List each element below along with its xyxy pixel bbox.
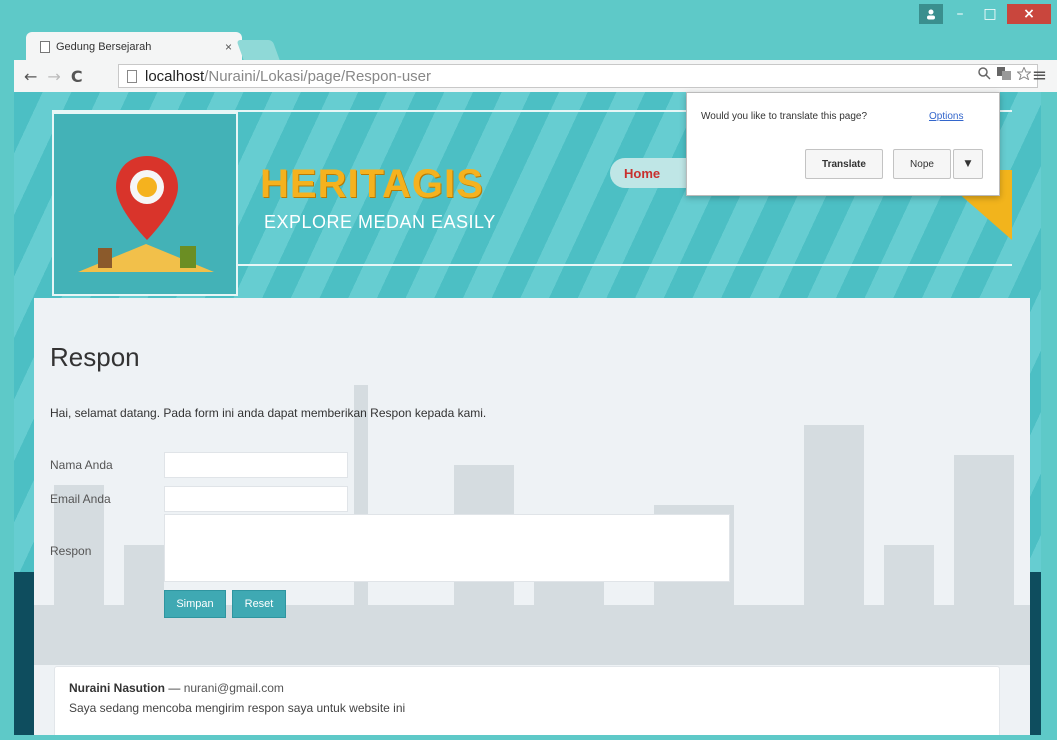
email-input[interactable] <box>164 486 348 512</box>
translate-options-link[interactable]: Options <box>929 111 963 122</box>
nope-button[interactable]: Nope <box>893 149 951 179</box>
email-label: Email Anda <box>50 492 111 506</box>
minimize-button[interactable]: – <box>947 4 973 24</box>
translate-dropdown-button[interactable]: ▼ <box>953 149 983 179</box>
omnibox-icons <box>978 66 1032 84</box>
respon-label: Respon <box>50 544 92 558</box>
site-brand-title: HERITAGIS <box>260 162 484 206</box>
comment-email: nurani@gmail.com <box>183 681 284 695</box>
banner-divider <box>238 264 1012 266</box>
comment-header: Nuraini Nasution — nurani@gmail.com <box>69 681 985 695</box>
comment-author: Nuraini Nasution <box>69 681 166 695</box>
comment-separator: — <box>165 681 184 695</box>
tab-title: Gedung Bersejarah <box>56 41 152 53</box>
translate-icon[interactable] <box>997 67 1011 84</box>
respon-textarea[interactable] <box>164 514 730 582</box>
intro-text: Hai, selamat datang. Pada form ini anda … <box>50 406 487 420</box>
close-tab-icon[interactable]: × <box>225 40 232 54</box>
close-window-button[interactable]: × <box>1007 4 1051 24</box>
browser-window: – □ × Gedung Bersejarah × ← → C localhos… <box>0 0 1057 740</box>
address-bar[interactable]: localhost/Nuraini/Lokasi/page/Respon-use… <box>118 64 1038 88</box>
back-icon[interactable]: ← <box>24 67 37 86</box>
url-host: localhost <box>145 67 205 85</box>
page-icon <box>40 41 50 53</box>
page-title: Respon <box>50 342 140 372</box>
new-tab-button[interactable] <box>236 40 280 60</box>
forward-icon[interactable]: → <box>47 67 60 86</box>
url-path: /Nuraini/Lokasi/page/Respon-user <box>204 67 431 85</box>
name-input[interactable] <box>164 452 348 478</box>
translate-button[interactable]: Translate <box>805 149 883 179</box>
content-panel: Respon Hai, selamat datang. Pada form in… <box>34 298 1030 735</box>
name-label: Nama Anda <box>50 458 113 472</box>
bookmark-star-icon[interactable] <box>1016 66 1032 84</box>
browser-toolbar: ← → C localhost/Nuraini/Lokasi/page/Resp… <box>14 60 1057 92</box>
reload-icon[interactable]: C <box>71 67 83 86</box>
submit-button[interactable]: Simpan <box>164 590 226 618</box>
response-comment: Nuraini Nasution — nurani@gmail.com Saya… <box>54 666 1000 735</box>
translate-question: Would you like to translate this page? <box>701 111 868 122</box>
translate-popup: Would you like to translate this page? O… <box>686 92 1000 196</box>
page-icon <box>127 69 137 83</box>
user-profile-icon[interactable] <box>919 4 943 24</box>
menu-icon[interactable]: ≡ <box>1032 65 1047 86</box>
reset-button[interactable]: Reset <box>232 590 286 618</box>
window-controls: – □ × <box>919 4 1051 24</box>
maximize-button[interactable]: □ <box>977 4 1003 24</box>
map-pin-logo-icon <box>116 156 178 240</box>
zoom-icon[interactable] <box>978 67 991 84</box>
logo[interactable] <box>52 112 238 296</box>
browser-tab[interactable]: Gedung Bersejarah × <box>26 32 242 62</box>
landmarks-illustration-icon <box>78 244 214 272</box>
comment-text: Saya sedang mencoba mengirim respon saya… <box>69 701 406 715</box>
site-tagline: EXPLORE MEDAN EASILY <box>264 212 496 232</box>
